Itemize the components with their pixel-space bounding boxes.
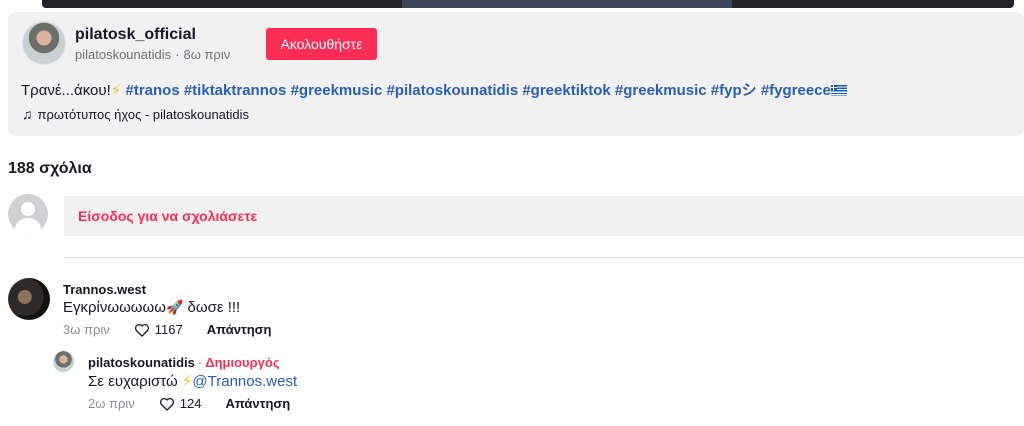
comment-username[interactable]: Trannos.west [63, 282, 146, 297]
video-frame [42, 0, 1014, 8]
bolt-emoji-icon: ⚡ [110, 82, 122, 99]
hashtag-link[interactable]: #greekmusic [291, 82, 383, 99]
commenter-avatar[interactable] [8, 278, 50, 320]
login-prompt[interactable]: Είσοδος για να σχολιάσετε [78, 208, 257, 224]
like-count: 1167 [154, 322, 183, 337]
follow-button[interactable]: Ακολουθήστε [266, 28, 377, 60]
author-avatar[interactable] [22, 21, 66, 65]
meta-separator: · [175, 47, 180, 62]
hashtag-link[interactable]: #greekmusic [615, 82, 707, 99]
hashtag-link[interactable]: #greektiktok [522, 82, 610, 99]
like-count: 124 [179, 396, 202, 411]
badge-separator: · [197, 355, 203, 370]
hashtag-link[interactable]: #pilatoskounatidis [386, 82, 518, 99]
hashtag-link[interactable]: #tranos [125, 82, 179, 99]
comment-text: Εγκρίνωωωωω🚀 δωσε !!! [63, 299, 240, 316]
hashtag-link[interactable]: #fygreece [761, 82, 831, 99]
music-note-icon: ♫ [22, 106, 33, 122]
video-caption: Τρανέ...άκου!⚡ #tranos #tiktaktrannos #g… [21, 79, 847, 100]
video-player-bottom-edge[interactable] [0, 0, 1024, 8]
comments-count: 188 σχόλια [8, 160, 92, 177]
bolt-emoji-icon: ⚡ [181, 373, 193, 390]
music-title[interactable]: πρωτότυπος ήχος - pilatoskounatidis [38, 107, 250, 122]
author-nickname[interactable]: pilatoskounatidis [75, 47, 171, 62]
reply-body: Σε ευχαριστώ [88, 373, 182, 390]
hashtag-link[interactable]: #tiktaktrannos [184, 82, 287, 99]
greece-flag-icon [830, 85, 847, 96]
reply-username[interactable]: pilatoskounatidis [88, 355, 195, 370]
reply-author-line: pilatoskounatidis · Δημιουργός [88, 355, 280, 370]
music-link[interactable]: ♫ πρωτότυπος ήχος - pilatoskounatidis [22, 106, 249, 122]
comment-body: Εγκρίνωωωωω [63, 299, 166, 316]
reply-button[interactable]: Απάντηση [225, 396, 290, 411]
guest-avatar-icon [8, 194, 48, 234]
like-button[interactable]: 1167 [134, 322, 183, 337]
reply-button[interactable]: Απάντηση [207, 322, 272, 337]
comment-time: 3ω πριν [63, 322, 110, 337]
like-button[interactable]: 124 [159, 396, 202, 411]
caption-text: Τρανέ...άκου! [21, 82, 111, 99]
login-to-comment-box[interactable]: Είσοδος για να σχολιάσετε [64, 196, 1024, 236]
rocket-emoji-icon: 🚀 [165, 299, 184, 315]
reply-text: Σε ευχαριστώ ⚡@Trannos.west [88, 372, 297, 390]
reply-meta: 2ω πριν 124 Απάντηση [88, 396, 290, 411]
heart-outline-icon [134, 323, 149, 337]
hashtag-link[interactable]: #fypシ [711, 82, 757, 99]
divider [64, 257, 1024, 258]
heart-outline-icon [159, 397, 174, 411]
author-meta: pilatoskounatidis · 8ω πριν [75, 47, 230, 62]
creator-badge: Δημιουργός [205, 355, 280, 370]
reply-author-avatar[interactable] [53, 351, 74, 372]
post-time: 8ω πριν [183, 47, 231, 62]
comment-body-suffix: δωσε !!! [183, 299, 241, 316]
mention-link[interactable]: @Trannos.west [192, 373, 297, 390]
comment-meta: 3ω πριν 1167 Απάντηση [63, 322, 272, 337]
reply-time: 2ω πριν [88, 396, 135, 411]
author-username[interactable]: pilatosk_official [75, 26, 196, 44]
